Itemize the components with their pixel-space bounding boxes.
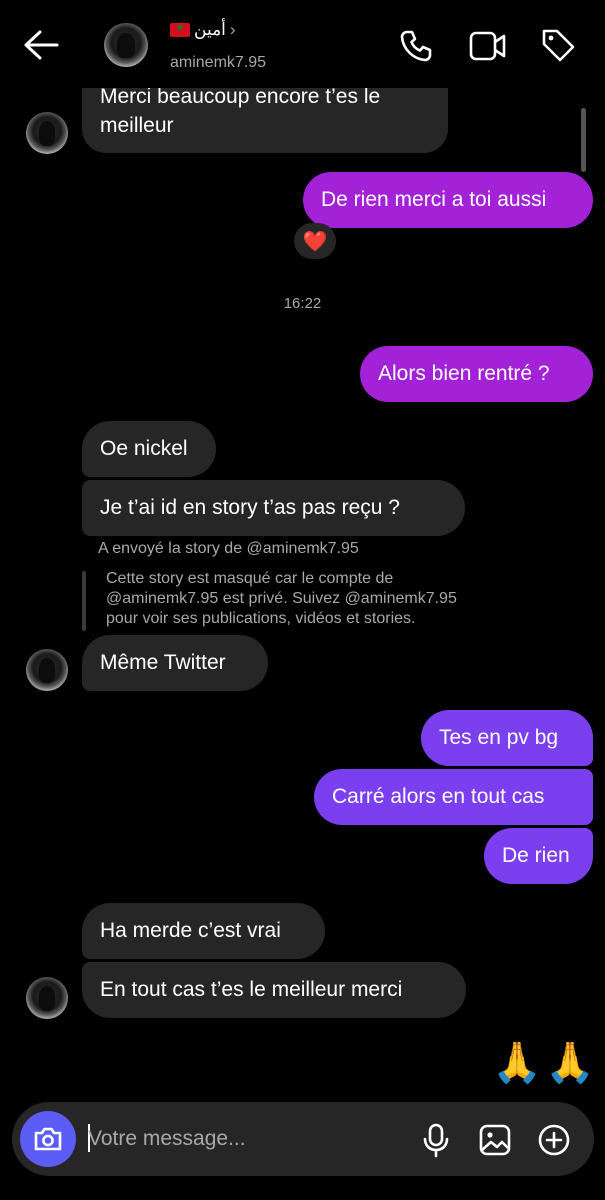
message-composer — [12, 1102, 594, 1176]
camera-icon — [34, 1127, 62, 1151]
message-timestamp: 16:22 — [283, 295, 322, 312]
contact-avatar-small[interactable] — [26, 649, 68, 691]
contact-avatar-small[interactable] — [26, 112, 68, 154]
outgoing-message[interactable]: De rien merci a toi aussi — [303, 172, 593, 228]
story-reply-label: A envoyé la story de @aminemk7.95 — [98, 540, 359, 557]
morocco-flag-icon — [170, 21, 190, 37]
tag-icon[interactable] — [539, 26, 577, 64]
plus-icon[interactable] — [537, 1123, 571, 1157]
outgoing-message[interactable]: Carré alors en tout cas — [314, 769, 593, 825]
praying-hands-emoji[interactable]: 🙏 — [492, 1040, 542, 1086]
incoming-message[interactable]: Je t’ai id en story t’as pas reçu ? — [82, 480, 465, 536]
contact-name: أمين — [194, 20, 226, 39]
incoming-message[interactable]: Oe nickel — [82, 421, 216, 477]
chevron-right-icon: › — [229, 20, 236, 39]
contact-handle: aminemk7.95 — [170, 54, 267, 71]
contact-avatar-small[interactable] — [26, 977, 68, 1019]
outgoing-message[interactable]: De rien — [484, 828, 593, 884]
chat-header: أمين › aminemk7.95 — [0, 0, 605, 88]
incoming-message[interactable]: Même Twitter — [82, 635, 268, 691]
incoming-message[interactable]: Merci beaucoup encore t’es le meilleur — [82, 80, 448, 153]
contact-avatar[interactable] — [104, 23, 148, 67]
story-quote-bar — [82, 571, 86, 631]
microphone-icon[interactable] — [422, 1122, 450, 1158]
heart-reaction[interactable]: ❤️ — [294, 223, 336, 259]
contact-name-row[interactable]: أمين › — [170, 20, 236, 40]
outgoing-message[interactable]: Alors bien rentré ? — [360, 346, 593, 402]
story-hidden-notice[interactable]: Cette story est masqué car le compte de … — [106, 569, 457, 629]
camera-button[interactable] — [20, 1111, 76, 1167]
incoming-message[interactable]: En tout cas t’es le meilleur merci — [82, 962, 466, 1018]
scrollbar[interactable] — [581, 108, 586, 172]
praying-hands-emoji[interactable]: 🙏 — [545, 1040, 595, 1086]
video-call-icon[interactable] — [468, 29, 508, 63]
back-arrow-icon[interactable] — [22, 28, 60, 62]
phone-icon[interactable] — [398, 28, 434, 64]
outgoing-message[interactable]: Tes en pv bg — [421, 710, 593, 766]
incoming-message[interactable]: Ha merde c’est vrai — [82, 903, 325, 959]
message-input[interactable] — [88, 1123, 388, 1155]
gallery-icon[interactable] — [478, 1123, 512, 1157]
